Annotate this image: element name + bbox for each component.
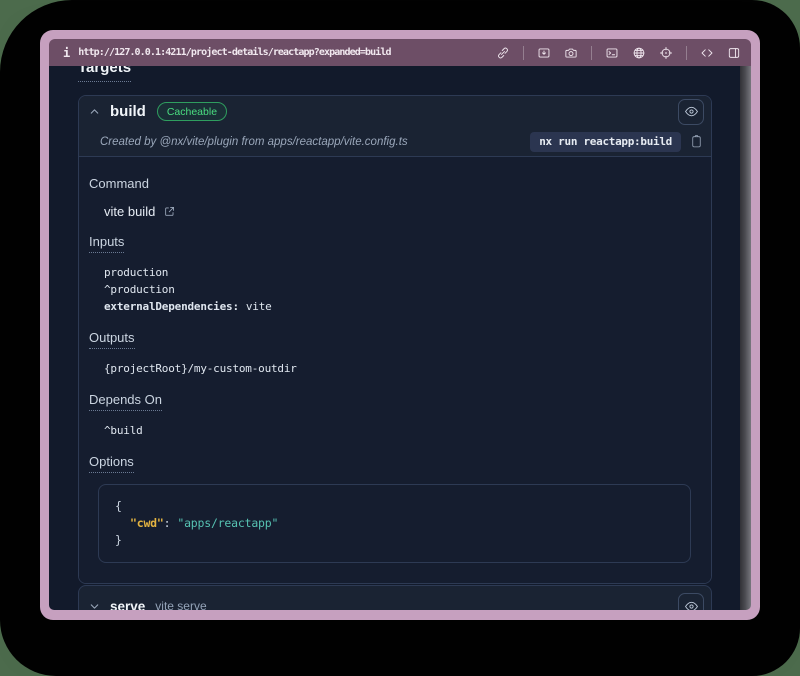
json-value: "apps/reactapp" [177, 516, 278, 530]
created-by-text: Created by @nx/vite/plugin from apps/rea… [100, 136, 408, 148]
inputs-label: Inputs [89, 234, 124, 253]
outputs-label: Outputs [89, 330, 135, 349]
panel-icon[interactable] [727, 46, 741, 60]
chevron-down-icon[interactable] [88, 600, 101, 611]
browser-toolbar: i http://127.0.0.1:4211/project-details/… [49, 39, 751, 66]
input-item-external-deps: externalDependencies: vite [104, 298, 701, 315]
target-card-serve: serve vite serve [78, 585, 712, 610]
camera-icon[interactable] [564, 46, 578, 60]
copy-icon[interactable] [690, 134, 703, 149]
external-deps-value: vite [246, 300, 272, 313]
options-label: Options [89, 454, 134, 473]
json-open-brace: { [115, 498, 674, 515]
input-item: production [104, 264, 701, 281]
target-card-build: build Cacheable Created by @nx/vite/plug… [78, 95, 712, 584]
depends-on-label: Depends On [89, 392, 162, 411]
eye-icon [684, 599, 699, 611]
page-viewport: Targets build Cacheable Created by @nx/v [49, 66, 751, 610]
target-icon[interactable] [659, 46, 673, 60]
globe-icon[interactable] [632, 46, 646, 60]
output-item: {projectRoot}/my-custom-outdir [104, 360, 701, 377]
json-close-brace: } [115, 532, 674, 549]
cacheable-badge: Cacheable [157, 102, 227, 121]
download-icon[interactable] [537, 46, 551, 60]
command-value-row: vite build [104, 204, 701, 219]
terminal-icon[interactable] [605, 46, 619, 60]
command-value: vite build [104, 204, 155, 219]
link-icon[interactable] [496, 46, 510, 60]
info-icon: i [63, 46, 70, 60]
target-name: serve [110, 599, 145, 611]
depends-on-item: ^build [104, 422, 701, 439]
json-separator: : [164, 516, 171, 530]
build-header-row[interactable]: build Cacheable [79, 96, 711, 127]
external-deps-key: externalDependencies: [104, 300, 239, 313]
eye-icon [684, 104, 699, 119]
targets-heading: Targets [78, 66, 131, 82]
url-bar[interactable]: http://127.0.0.1:4211/project-details/re… [78, 47, 496, 58]
browser-window: i http://127.0.0.1:4211/project-details/… [40, 30, 760, 620]
build-card-body: Command vite build Inputs production ^pr… [79, 156, 711, 583]
chevron-up-icon[interactable] [88, 105, 101, 118]
view-graph-button[interactable] [678, 99, 704, 125]
toolbar-actions [496, 46, 741, 60]
view-graph-button[interactable] [678, 593, 704, 610]
code-icon[interactable] [700, 46, 714, 60]
project-details-page: Targets build Cacheable Created by @nx/v [49, 66, 740, 610]
build-card-header: build Cacheable Created by @nx/vite/plug… [79, 96, 711, 156]
serve-subtitle: vite serve [155, 599, 206, 610]
toolbar-divider [523, 46, 524, 60]
target-name: build [110, 103, 146, 120]
options-json-box: { "cwd": "apps/reactapp" } [98, 484, 691, 563]
command-label: Command [89, 176, 149, 191]
external-link-icon[interactable] [163, 205, 176, 218]
toolbar-divider [686, 46, 687, 60]
build-subheader-row: Created by @nx/vite/plugin from apps/rea… [79, 127, 711, 156]
json-cwd-line: "cwd": "apps/reactapp" [115, 515, 674, 532]
toolbar-divider [591, 46, 592, 60]
json-key: "cwd" [130, 516, 164, 530]
input-item: ^production [104, 281, 701, 298]
run-command-chip[interactable]: nx run reactapp:build [530, 132, 681, 152]
serve-header-row[interactable]: serve vite serve [79, 586, 711, 610]
scrollbar[interactable] [740, 66, 751, 610]
